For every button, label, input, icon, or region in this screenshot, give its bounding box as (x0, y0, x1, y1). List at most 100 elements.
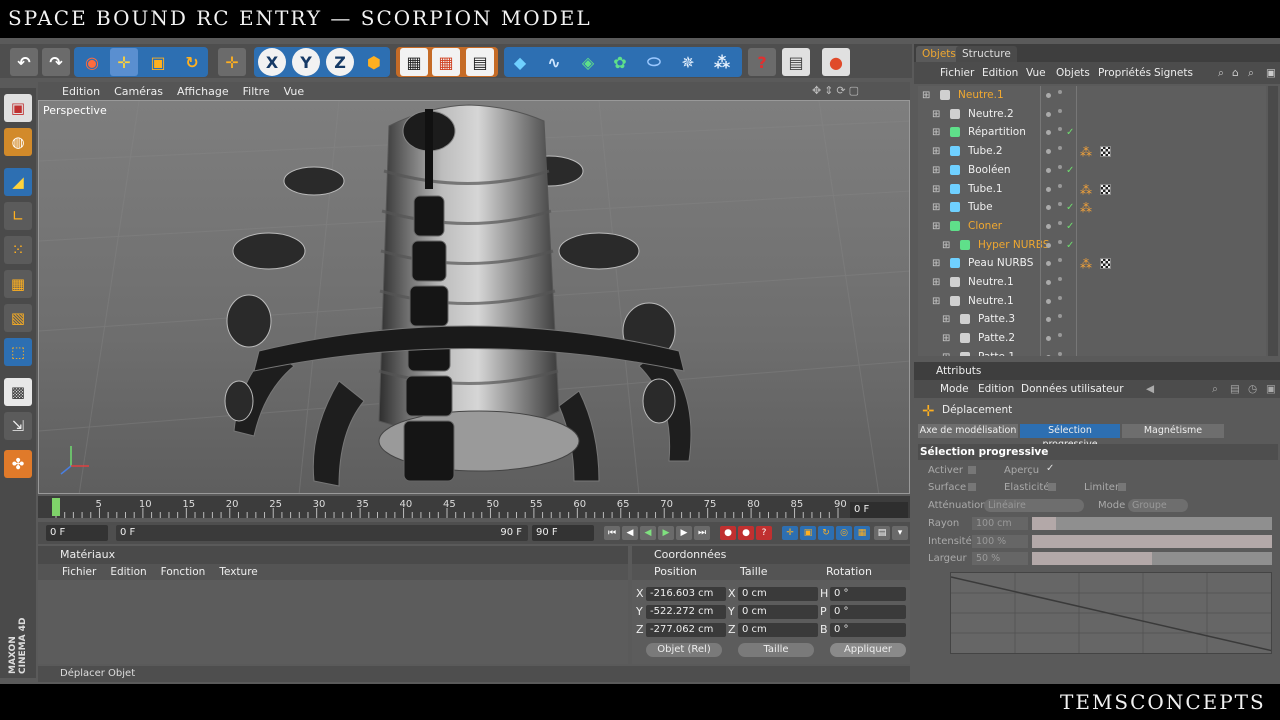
redo-icon[interactable]: ↷ (42, 48, 70, 76)
at-menu-donnees[interactable]: Données utilisateur (1021, 380, 1124, 398)
visibility-dot[interactable] (1046, 242, 1051, 248)
render-dot[interactable] (1058, 258, 1062, 263)
render-view-icon[interactable]: ▦ (400, 48, 428, 76)
visibility-dot[interactable] (1046, 223, 1051, 229)
om-menu-signets[interactable]: Signets (1154, 62, 1193, 84)
rotate-icon[interactable]: ↻ (178, 48, 206, 76)
key-param-icon[interactable]: ◎ (836, 526, 852, 540)
materials-menu-fichier[interactable]: Fichier (62, 564, 96, 580)
at-menu-edition[interactable]: Edition (978, 380, 1014, 398)
scene-icon[interactable]: ✵ (674, 48, 702, 76)
visibility-dot[interactable] (1046, 149, 1051, 155)
om-menu-edition[interactable]: Edition (982, 62, 1018, 84)
enabled-check-icon[interactable]: ✓ (1066, 198, 1074, 217)
enabled-check-icon[interactable]: ✓ (1066, 217, 1074, 236)
expand-toggle-icon[interactable]: ⊞ (942, 329, 950, 348)
size-x-field[interactable]: 0 cm (738, 587, 818, 601)
history-icon[interactable]: ◷ (1248, 380, 1257, 398)
viewport-menu-vue[interactable]: Vue (284, 85, 305, 98)
tab-axe-modelisation[interactable]: Axe de modélisation (918, 424, 1018, 438)
expand-toggle-icon[interactable]: ⊞ (932, 198, 940, 217)
autokey-icon[interactable]: ● (738, 526, 754, 540)
pos-z-field[interactable]: -277.062 cm (646, 623, 726, 637)
tab-structure[interactable]: Structure (956, 46, 1017, 62)
viewport-menu-edition[interactable]: Edition (62, 85, 100, 98)
om-menu-objets[interactable]: Objets (1056, 62, 1090, 84)
render-dot[interactable] (1058, 314, 1062, 319)
intensite-field[interactable]: 100 % (972, 535, 1028, 548)
y-axis-icon[interactable]: Y (292, 48, 320, 76)
key-help-icon[interactable]: ? (756, 526, 772, 540)
viewport-menu-affichage[interactable]: Affichage (177, 85, 229, 98)
timeline-ruler[interactable]: 051015202530354045505560657075808590 (38, 496, 910, 518)
timeline-playhead[interactable] (52, 498, 60, 516)
viewport-nav-icons[interactable]: ✥⇕⟳▢ (812, 84, 862, 97)
record-icon[interactable]: ● (720, 526, 736, 540)
object-tree-scrollbar[interactable] (1268, 86, 1278, 356)
materials-menu-edition[interactable]: Edition (110, 564, 146, 580)
phong-tag-icon[interactable]: ⁂ (1080, 184, 1092, 196)
size-y-field[interactable]: 0 cm (738, 605, 818, 619)
cube-icon[interactable]: ◆ (506, 48, 534, 76)
expand-toggle-icon[interactable]: ⊞ (922, 86, 930, 105)
texture-tag-icon[interactable] (1100, 146, 1111, 158)
render-dot[interactable] (1058, 127, 1062, 132)
enabled-check-icon[interactable]: ✓ (1066, 123, 1074, 142)
prev-key-icon[interactable]: ◀ (622, 526, 638, 540)
render-dot[interactable] (1058, 202, 1062, 207)
visibility-dot[interactable] (1046, 354, 1051, 356)
live-select-icon[interactable]: ◉ (78, 48, 106, 76)
render-dot[interactable] (1058, 90, 1062, 94)
make-editable-icon[interactable]: ▣ (4, 94, 32, 122)
z-axis-icon[interactable]: Z (326, 48, 354, 76)
visibility-dot[interactable] (1046, 167, 1051, 173)
coordinate-mode-select[interactable]: Objet (Rel) (646, 643, 722, 657)
script-icon[interactable]: ▤ (782, 48, 810, 76)
expand-toggle-icon[interactable]: ⊞ (932, 180, 940, 199)
render-dot[interactable] (1058, 351, 1062, 356)
model-mode-icon[interactable]: ◍ (4, 128, 32, 156)
expand-toggle-icon[interactable]: ⊞ (942, 310, 950, 329)
home-icon[interactable]: ⌂ (1232, 62, 1239, 84)
nurbs-icon[interactable]: ◈ (574, 48, 602, 76)
visibility-dot[interactable] (1046, 336, 1051, 342)
visibility-dot[interactable] (1046, 186, 1051, 192)
particle-icon[interactable]: ⁂ (708, 48, 736, 76)
object-row[interactable]: ⊞ Peau NURBS ⁂ (918, 254, 1266, 273)
next-key-icon[interactable]: ▶ (676, 526, 692, 540)
timeline-option-icon[interactable]: ▾ (892, 526, 908, 540)
apercu-check-icon[interactable]: ✓ (1046, 463, 1054, 474)
object-row[interactable]: ⊞ Cloner ✓ (918, 217, 1266, 236)
tab-selection-progressive[interactable]: Sélection progressive (1020, 424, 1120, 450)
play-backward-icon[interactable]: ◀ (640, 526, 656, 540)
visibility-dot[interactable] (1046, 280, 1051, 285)
render-dot[interactable] (1058, 164, 1062, 169)
start-frame-field[interactable]: 0 F (46, 525, 108, 541)
deformer-icon[interactable]: ⬭ (640, 48, 668, 76)
render-settings-icon[interactable]: ▤ (466, 48, 494, 76)
rayon-slider[interactable] (1032, 517, 1272, 530)
visibility-dot[interactable] (1046, 130, 1051, 136)
render-picture-icon[interactable]: ▦ (432, 48, 460, 76)
pos-y-field[interactable]: -522.272 cm (646, 605, 726, 619)
largeur-field[interactable]: 50 % (972, 552, 1028, 565)
visibility-dot[interactable] (1046, 205, 1051, 211)
panel-menu-icon[interactable]: ▣ (1266, 62, 1276, 84)
expand-toggle-icon[interactable]: ⊞ (932, 105, 940, 124)
phong-tag-icon[interactable]: ⁂ (1080, 202, 1092, 214)
render-dot[interactable] (1058, 333, 1062, 338)
at-menu-mode[interactable]: Mode (940, 380, 969, 398)
enabled-check-icon[interactable]: ✓ (1066, 236, 1074, 255)
panel-menu-icon[interactable]: ▣ (1266, 380, 1276, 398)
goto-start-icon[interactable]: ⏮ (604, 526, 620, 540)
surface-checkbox[interactable] (968, 483, 976, 491)
back-arrow-icon[interactable]: ◀ (1146, 380, 1154, 398)
x-axis-icon[interactable]: X (258, 48, 286, 76)
rot-b-field[interactable]: 0 ° (830, 623, 906, 637)
visibility-dot[interactable] (1046, 111, 1051, 117)
object-row[interactable]: ⊞ Booléen ✓ (918, 161, 1266, 180)
materials-menu-texture[interactable]: Texture (219, 564, 257, 580)
current-frame-field[interactable]: 0 F (850, 502, 908, 518)
polygons-mode-icon[interactable]: ▧ (4, 304, 32, 332)
perspective-viewport[interactable]: Perspective (38, 100, 910, 494)
